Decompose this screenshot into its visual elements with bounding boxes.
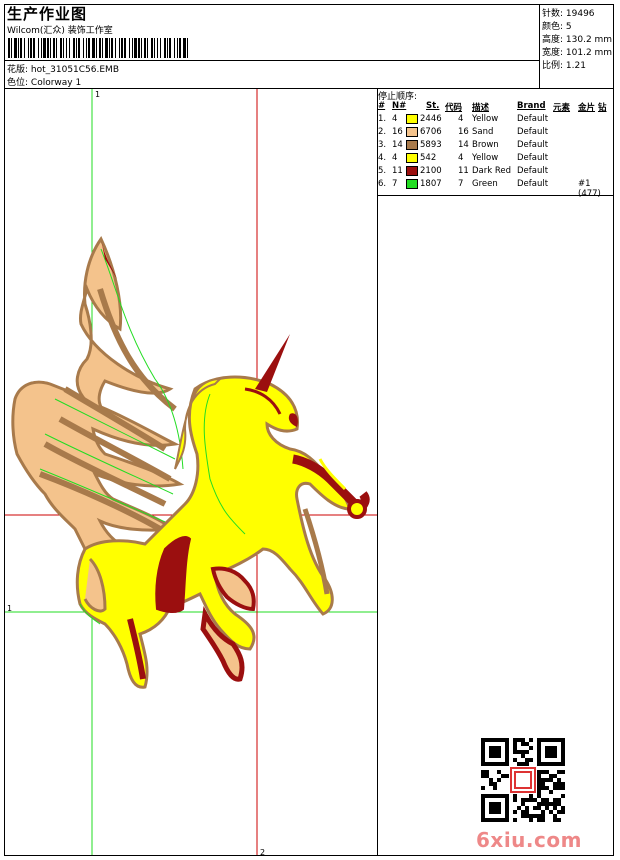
mark-bottom: 2 [260, 848, 265, 855]
row-description: Yellow [472, 114, 499, 124]
colorway-line: 色位: Colorway 1 [7, 75, 81, 88]
design-label: 花版: [7, 65, 31, 75]
row-extra: #1 (477) [578, 179, 601, 199]
row-code: 14 [458, 140, 469, 150]
row-description: Dark Red [472, 166, 512, 176]
row-index: 6. [378, 179, 387, 189]
col-header-index: # [378, 101, 386, 111]
col-header-sequin2: 钻 [598, 103, 607, 113]
pegasus-wings [11, 236, 185, 571]
row-needle: 11 [392, 166, 403, 176]
table-row: 4. 4 542 4 Yellow Default [378, 153, 614, 166]
stat-stitches: 针数: 19496 [542, 9, 595, 19]
barcode [8, 38, 188, 58]
row-brand: Default [517, 127, 549, 137]
row-description: Sand [472, 127, 494, 137]
row-stitches: 1807 [420, 179, 442, 189]
row-code: 7 [458, 179, 464, 189]
table-row: 2. 16 6706 16 Sand Default [378, 127, 614, 140]
row-stitches: 2100 [420, 166, 442, 176]
header-divider-info [4, 60, 539, 61]
color-swatch [406, 140, 418, 150]
row-brand: Default [517, 153, 549, 163]
row-index: 5. [378, 166, 387, 176]
design-preview: 1 1 2 [5, 89, 377, 855]
page-title: 生产作业图 [7, 5, 88, 23]
color-swatch [406, 179, 418, 189]
row-code: 11 [458, 166, 469, 176]
row-needle: 7 [392, 179, 398, 189]
watermark: 6xiu.com [476, 828, 582, 852]
stat-height: 高度: 130.2 mm [542, 35, 613, 45]
row-brand: Default [517, 166, 549, 176]
row-code: 4 [458, 114, 464, 124]
qr-code [481, 738, 565, 822]
row-index: 1. [378, 114, 387, 124]
mark-left: 1 [7, 604, 12, 613]
row-stitches: 2446 [420, 114, 442, 124]
table-row: 3. 14 5893 14 Brown Default [378, 140, 614, 153]
col-header-desc: 描述 [472, 103, 490, 113]
header-divider-vertical [539, 4, 540, 89]
mark-top: 1 [95, 90, 100, 99]
row-index: 4. [378, 153, 387, 163]
row-brand: Default [517, 140, 549, 150]
design-filename: hot_31051C56.EMB [30, 65, 119, 75]
stat-width: 宽度: 101.2 mm [542, 48, 613, 58]
row-description: Yellow [472, 153, 499, 163]
row-description: Green [472, 179, 498, 189]
row-stitches: 542 [420, 153, 437, 163]
row-needle: 16 [392, 127, 403, 137]
colorway-value: Colorway 1 [30, 78, 82, 88]
row-code: 16 [458, 127, 469, 137]
table-row: 5. 11 2100 11 Dark Red Default [378, 166, 614, 179]
col-header-brand: Brand [517, 101, 546, 111]
row-needle: 14 [392, 140, 403, 150]
row-stitches: 6706 [420, 127, 442, 137]
color-swatch [406, 114, 418, 124]
col-header-code: 代码 [445, 103, 463, 113]
company-name: Wilcom(汇众) 装饰工作室 [7, 26, 113, 36]
row-brand: Default [517, 114, 549, 124]
row-stitches: 5893 [420, 140, 442, 150]
row-needle: 4 [392, 114, 398, 124]
color-swatch [406, 127, 418, 137]
color-swatch [406, 166, 418, 176]
row-description: Brown [472, 140, 499, 150]
row-code: 4 [458, 153, 464, 163]
row-needle: 4 [392, 153, 398, 163]
panel-divider-vertical [377, 88, 378, 856]
table-row: 6. 7 1807 7 Green Default #1 (477) [378, 179, 614, 199]
stat-scale: 比例: 1.21 [542, 61, 586, 71]
col-header-sequin: 金片 [578, 103, 596, 113]
row-index: 3. [378, 140, 387, 150]
color-swatch [406, 153, 418, 163]
table-row: 1. 4 2446 4 Yellow Default [378, 114, 614, 127]
colorway-label: 色位: [7, 78, 31, 88]
row-index: 2. [378, 127, 387, 137]
row-brand: Default [517, 179, 549, 189]
col-header-element: 元素 [553, 103, 571, 113]
design-name-line: 花版: hot_31051C56.EMB [7, 62, 119, 75]
col-header-stitches: St. [426, 101, 440, 111]
stat-colors: 颜色: 5 [542, 22, 572, 32]
col-header-n: N# [392, 101, 407, 111]
